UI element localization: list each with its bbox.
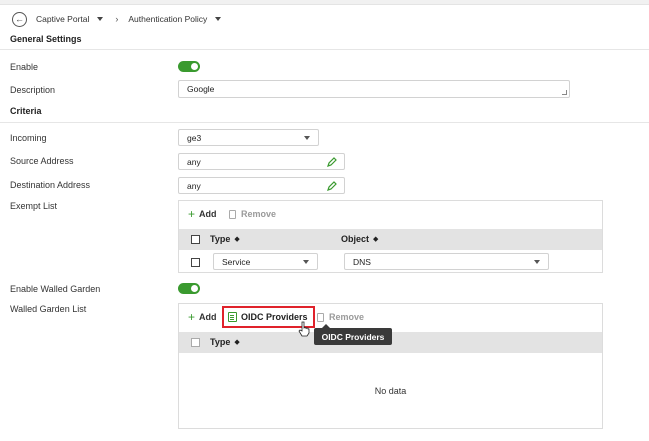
list-add-icon bbox=[228, 312, 237, 322]
edit-pencil-icon[interactable] bbox=[327, 157, 337, 167]
exempt-add-label: Add bbox=[199, 209, 217, 219]
description-label: Description bbox=[10, 85, 56, 95]
chevron-down-icon bbox=[304, 135, 310, 140]
exempt-list-panel: + Add Remove Type ◆ Object ◆ Service DNS bbox=[178, 200, 603, 273]
hand-pointer-icon bbox=[298, 321, 310, 337]
plus-icon: + bbox=[188, 310, 196, 324]
top-bar bbox=[0, 0, 649, 5]
document-icon bbox=[229, 209, 236, 219]
section-title-criteria: Criteria bbox=[10, 106, 42, 116]
column-header-object[interactable]: Object ◆ bbox=[341, 234, 378, 244]
exempt-add-button[interactable]: + Add bbox=[188, 208, 217, 220]
walled-garden-list-label: Walled Garden List bbox=[10, 304, 87, 314]
sort-icon: ◆ bbox=[373, 236, 379, 243]
enable-label: Enable bbox=[10, 62, 39, 72]
row-type-select[interactable]: Service bbox=[213, 253, 318, 270]
chevron-down-icon[interactable] bbox=[215, 17, 222, 21]
incoming-select[interactable]: ge3 bbox=[178, 129, 319, 146]
walled-remove-label: Remove bbox=[329, 312, 365, 322]
description-value: Google bbox=[187, 84, 215, 94]
chevron-down-icon bbox=[534, 259, 540, 264]
source-address-label: Source Address bbox=[10, 156, 74, 166]
chevron-down-icon[interactable] bbox=[97, 17, 104, 21]
exempt-remove-button[interactable]: Remove bbox=[229, 209, 276, 219]
destination-address-field[interactable]: any bbox=[178, 177, 345, 194]
select-all-checkbox[interactable] bbox=[191, 338, 200, 347]
walled-add-label: Add bbox=[199, 312, 217, 322]
breadcrumb-captive-portal[interactable]: Captive Portal bbox=[36, 14, 89, 24]
walled-add-button[interactable]: + Add bbox=[188, 311, 217, 323]
source-address-field[interactable]: any bbox=[178, 153, 345, 170]
document-icon bbox=[317, 312, 324, 322]
breadcrumb-authentication-policy[interactable]: Authentication Policy bbox=[128, 14, 207, 24]
column-header-type[interactable]: Type ◆ bbox=[210, 234, 240, 244]
divider bbox=[0, 122, 649, 123]
destination-address-label: Destination Address bbox=[10, 180, 91, 190]
row-object-value: DNS bbox=[353, 256, 371, 267]
enable-walled-garden-label: Enable Walled Garden bbox=[10, 284, 101, 294]
chevron-down-icon bbox=[303, 259, 309, 264]
row-type-value: Service bbox=[222, 256, 251, 267]
edit-pencil-icon[interactable] bbox=[327, 181, 337, 191]
breadcrumb: ← Captive Portal › Authentication Policy bbox=[12, 11, 222, 27]
sort-icon: ◆ bbox=[234, 236, 240, 243]
oidc-providers-tooltip: OIDC Providers bbox=[314, 324, 392, 345]
walled-garden-toggle[interactable] bbox=[178, 283, 200, 294]
select-all-checkbox[interactable] bbox=[191, 235, 200, 244]
walled-remove-button[interactable]: Remove bbox=[317, 312, 364, 322]
row-object-select[interactable]: DNS bbox=[344, 253, 549, 270]
exempt-list-label: Exempt List bbox=[10, 201, 58, 211]
exempt-table-header: Type ◆ Object ◆ bbox=[179, 229, 602, 250]
row-checkbox[interactable] bbox=[191, 258, 200, 267]
back-arrow-icon[interactable]: ← bbox=[12, 11, 27, 27]
description-textarea[interactable]: Google bbox=[178, 80, 570, 98]
incoming-value: ge3 bbox=[187, 132, 202, 143]
enable-toggle[interactable] bbox=[178, 61, 200, 72]
sort-icon: ◆ bbox=[234, 339, 240, 346]
destination-address-value: any bbox=[187, 180, 201, 191]
section-title-general: General Settings bbox=[10, 34, 82, 44]
resize-grip-icon[interactable] bbox=[562, 90, 567, 95]
divider bbox=[0, 49, 649, 50]
column-header-type[interactable]: Type ◆ bbox=[210, 337, 240, 347]
source-address-value: any bbox=[187, 156, 201, 167]
toggle-knob bbox=[191, 285, 198, 292]
empty-state-text: No data bbox=[374, 386, 407, 396]
breadcrumb-separator: › bbox=[115, 14, 119, 24]
plus-icon: + bbox=[188, 207, 196, 221]
toggle-knob bbox=[191, 63, 198, 70]
incoming-label: Incoming bbox=[10, 133, 47, 143]
exempt-remove-label: Remove bbox=[241, 209, 277, 219]
